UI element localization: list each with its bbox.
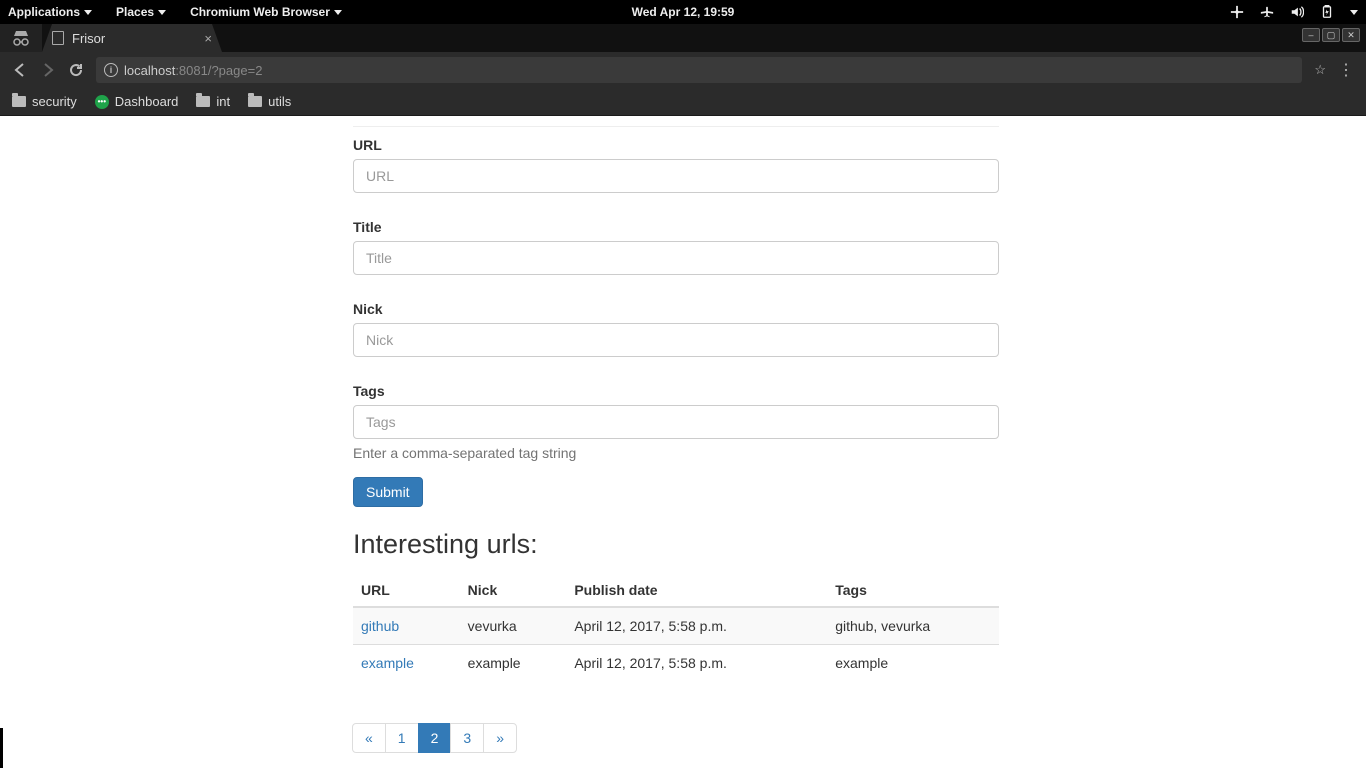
chevron-down-icon[interactable] [1350,10,1358,15]
site-info-icon[interactable]: i [104,63,118,77]
close-window-button[interactable]: ✕ [1342,28,1360,42]
column-url: URL [353,574,460,607]
bookmark-label: int [216,94,230,109]
page-next[interactable]: » [483,723,517,753]
incognito-indicator [0,24,42,52]
incognito-icon [11,30,31,46]
close-tab-button[interactable]: × [204,31,212,46]
window-edge [0,728,3,768]
folder-icon [248,96,262,107]
row-nick: vevurka [460,607,567,645]
page-1[interactable]: 1 [385,723,419,753]
row-url-link[interactable]: github [361,618,399,634]
bookmark-int[interactable]: int [196,94,230,109]
form-group-title: Title [353,209,999,275]
pagination: « 1 2 3 » [353,723,999,753]
row-date: April 12, 2017, 5:58 p.m. [566,645,827,682]
bookmark-label: utils [268,94,291,109]
tags-label: Tags [353,373,999,399]
page-2-active[interactable]: 2 [418,723,452,753]
tab-strip: Frisor × – ▢ ✕ [0,24,1366,52]
row-url-link[interactable]: example [361,655,414,671]
page-3[interactable]: 3 [450,723,484,753]
row-date: April 12, 2017, 5:58 p.m. [566,607,827,645]
page-prev[interactable]: « [352,723,386,753]
folder-icon [196,96,210,107]
back-button[interactable] [12,62,28,78]
forward-button[interactable] [40,62,56,78]
chevron-down-icon [84,10,92,15]
interesting-urls-heading: Interesting urls: [353,529,999,560]
url-input[interactable] [353,159,999,193]
window-controls: – ▢ ✕ [1302,28,1360,42]
applications-label: Applications [8,5,80,19]
page-content: URL Title Nick Tags Enter a comma-separa… [0,116,1366,768]
battery-icon[interactable] [1320,5,1334,19]
url-path: :8081/?page=2 [175,63,262,78]
bookmark-utils[interactable]: utils [248,94,291,109]
applications-menu[interactable]: Applications [8,5,92,19]
row-tags: github, vevurka [827,607,999,645]
volume-icon[interactable] [1290,5,1304,19]
network-icon[interactable] [1230,5,1244,19]
places-label: Places [116,5,154,19]
column-nick: Nick [460,574,567,607]
url-label: URL [353,127,999,153]
nick-input[interactable] [353,323,999,357]
column-date: Publish date [566,574,827,607]
url-host: localhost [124,63,175,78]
bookmark-star-icon[interactable]: ☆ [1314,62,1326,78]
address-bar[interactable]: i localhost:8081/?page=2 [96,57,1302,83]
clock-label: Wed Apr 12, 19:59 [632,5,735,19]
gnome-top-bar: Applications Places Chromium Web Browser… [0,0,1366,24]
form-group-url: URL [353,127,999,193]
row-tags: example [827,645,999,682]
form-group-tags: Tags Enter a comma-separated tag string [353,373,999,461]
chevron-down-icon [158,10,166,15]
page-icon [52,31,64,45]
bookmarks-bar: security ••• Dashboard int utils [0,88,1366,116]
url-text: localhost:8081/?page=2 [124,63,262,78]
title-input[interactable] [353,241,999,275]
bookmark-label: Dashboard [115,94,179,109]
folder-icon [12,96,26,107]
bookmark-dashboard[interactable]: ••• Dashboard [95,94,179,109]
dashboard-icon: ••• [95,95,109,109]
table-row: github vevurka April 12, 2017, 5:58 p.m.… [353,607,999,645]
row-nick: example [460,645,567,682]
column-tags: Tags [827,574,999,607]
chevron-down-icon [334,10,342,15]
airplane-mode-icon[interactable] [1260,5,1274,19]
browser-window-menu[interactable]: Chromium Web Browser [190,5,342,19]
title-label: Title [353,209,999,235]
minimize-button[interactable]: – [1302,28,1320,42]
tags-input[interactable] [353,405,999,439]
bookmark-label: security [32,94,77,109]
browser-menu-label: Chromium Web Browser [190,5,330,19]
nick-label: Nick [353,291,999,317]
tab-title: Frisor [72,31,105,46]
table-row: example example April 12, 2017, 5:58 p.m… [353,645,999,682]
chrome-menu-button[interactable]: ⋮ [1338,60,1354,80]
form-group-nick: Nick [353,291,999,357]
maximize-button[interactable]: ▢ [1322,28,1340,42]
bookmark-security[interactable]: security [12,94,77,109]
places-menu[interactable]: Places [116,5,166,19]
submit-button[interactable]: Submit [353,477,423,507]
nav-bar: i localhost:8081/?page=2 ☆ ⋮ [0,52,1366,88]
urls-table: URL Nick Publish date Tags github vevurk… [353,574,999,681]
tags-help-text: Enter a comma-separated tag string [353,445,999,461]
browser-tab[interactable]: Frisor × [42,24,222,52]
reload-button[interactable] [68,62,84,78]
